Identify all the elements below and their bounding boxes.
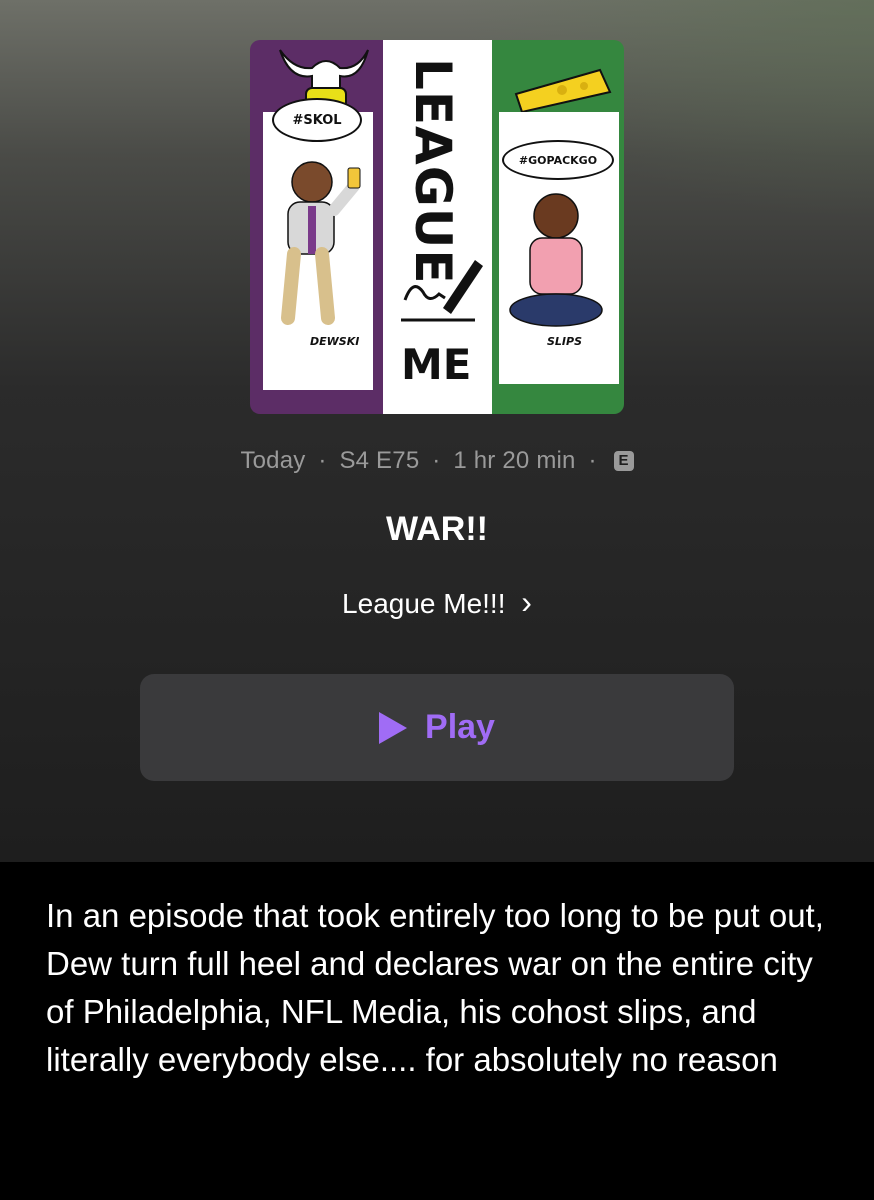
right-caption: SLIPS bbox=[547, 335, 583, 348]
left-speech-bubble: #SKOL bbox=[272, 98, 362, 142]
signature-pen-icon bbox=[401, 260, 483, 322]
chevron-right-icon: › bbox=[521, 584, 532, 620]
meta-separator: · bbox=[588, 446, 597, 474]
play-icon bbox=[379, 711, 408, 744]
episode-header: #SKOL DEWSKI LEAGUE ME #GOPACKGO SLIPS T… bbox=[0, 0, 874, 862]
left-caption: DEWSKI bbox=[310, 335, 360, 348]
show-name: League Me!!! bbox=[342, 588, 506, 619]
episode-artwork: #SKOL DEWSKI LEAGUE ME #GOPACKGO SLIPS bbox=[250, 40, 624, 414]
meta-separator: · bbox=[318, 446, 327, 474]
show-name-link[interactable]: League Me!!! › bbox=[0, 584, 874, 621]
episode-title: WAR!! bbox=[386, 510, 488, 548]
episode-duration: 1 hr 20 min bbox=[453, 446, 576, 474]
artwork-right-panel: #GOPACKGO SLIPS bbox=[492, 40, 624, 414]
artwork-left-panel: #SKOL DEWSKI bbox=[250, 40, 383, 414]
episode-date: Today bbox=[240, 446, 306, 474]
play-button[interactable]: Play bbox=[140, 674, 734, 781]
episode-number: S4 E75 bbox=[339, 446, 420, 474]
episode-meta: Today · S4 E75 · 1 hr 20 min · E bbox=[0, 446, 874, 475]
artwork-me-text: ME bbox=[401, 340, 472, 389]
cheese-hat-icon bbox=[514, 68, 612, 114]
play-button-label: Play bbox=[425, 708, 495, 746]
artwork-center-panel: LEAGUE ME bbox=[383, 40, 492, 414]
explicit-badge: E bbox=[613, 450, 634, 471]
right-speech-bubble: #GOPACKGO bbox=[502, 140, 614, 180]
meta-separator: · bbox=[432, 446, 441, 474]
left-avatar-illustration bbox=[281, 161, 361, 325]
episode-description: In an episode that took entirely too lon… bbox=[46, 897, 824, 1078]
right-avatar-illustration bbox=[509, 193, 603, 327]
